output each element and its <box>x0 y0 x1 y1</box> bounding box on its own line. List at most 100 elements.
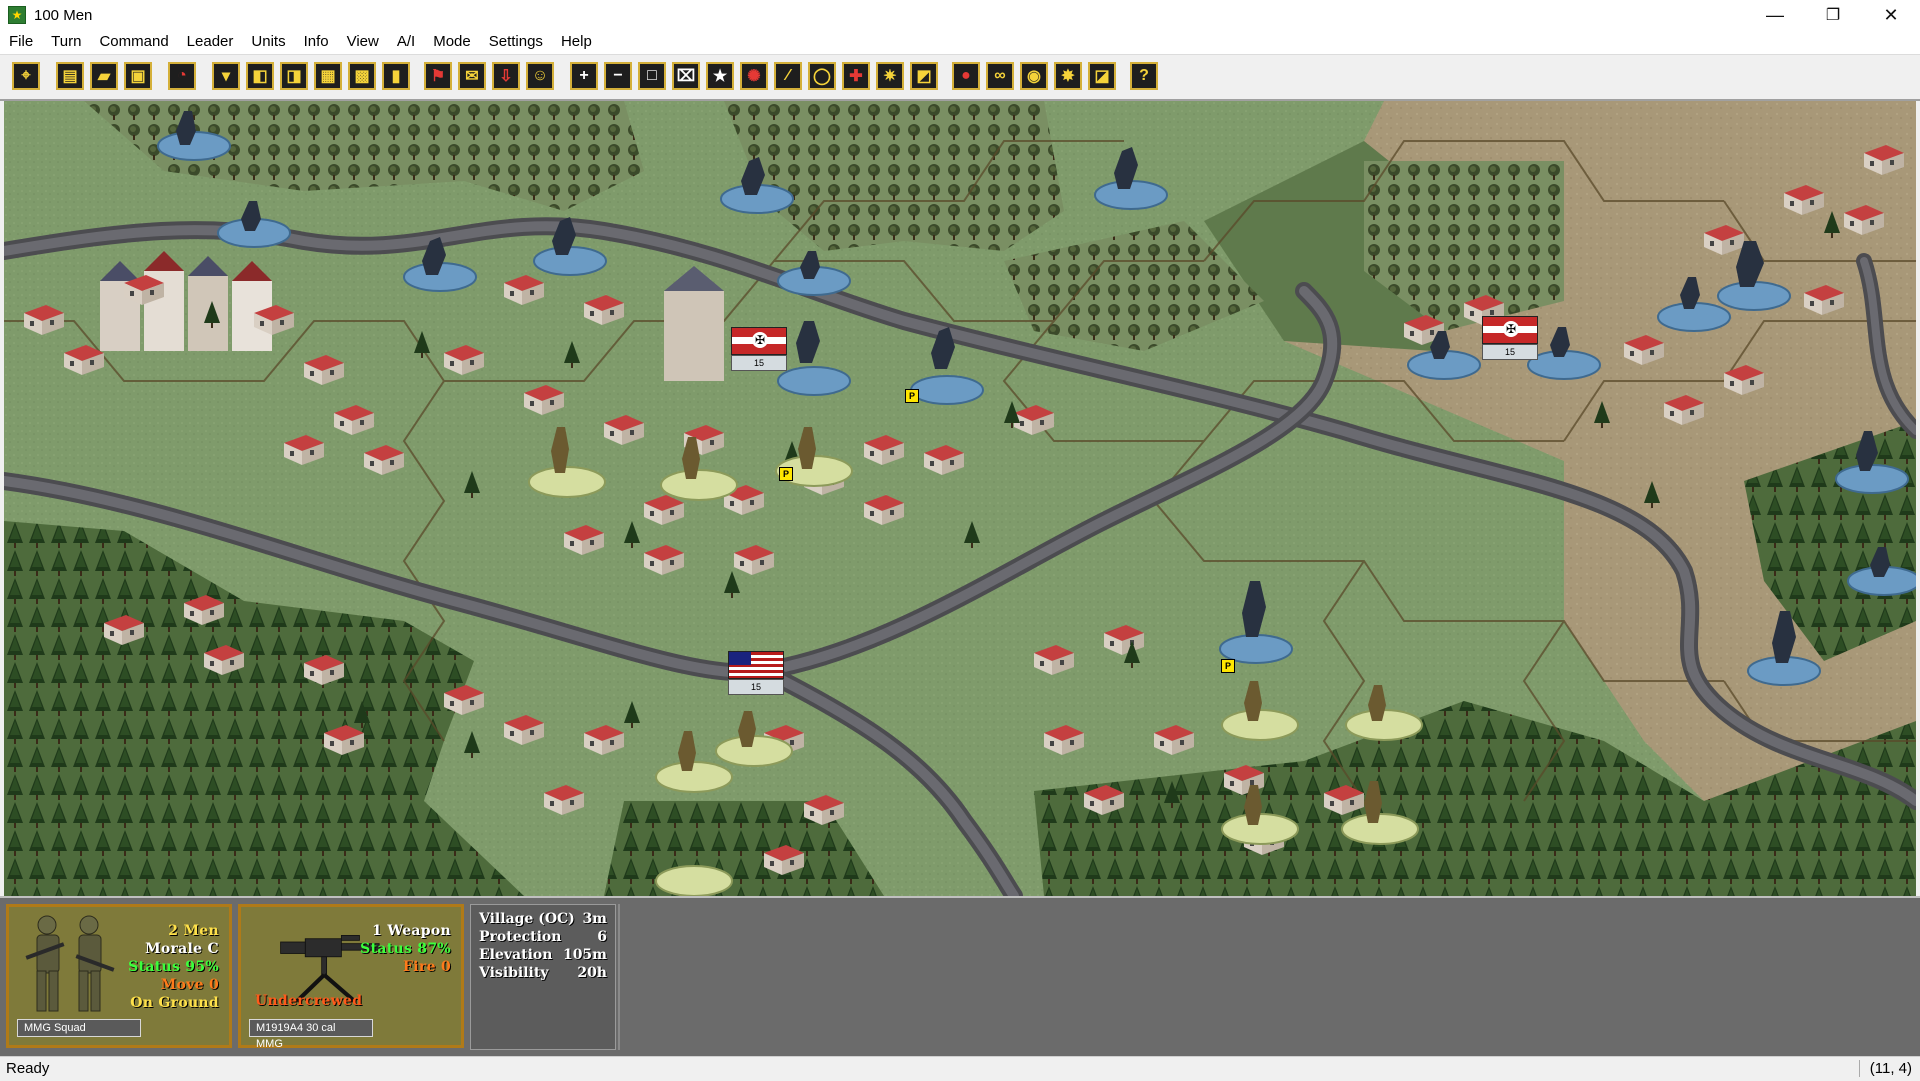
zoom-out-button[interactable]: − <box>604 62 632 90</box>
point-marker[interactable]: P <box>1221 659 1235 673</box>
reinforcement-button[interactable]: ⇩ <box>492 62 520 90</box>
leader-icon: ▮ <box>391 68 401 85</box>
smoke-button[interactable]: ◩ <box>910 62 938 90</box>
turn-clock-icon: ◔ <box>177 67 187 84</box>
map-canvas[interactable] <box>4 101 1916 896</box>
soldiers-portrait-icon <box>25 915 115 1012</box>
fire-button[interactable]: ● <box>952 62 980 90</box>
maximize-button[interactable]: ❐ <box>1804 0 1862 30</box>
weapon-crew-status: Undercrewed <box>255 993 363 1009</box>
explosion-button[interactable]: ✸ <box>1054 62 1082 90</box>
unit-down-icon: ▾ <box>221 68 231 85</box>
unit-card[interactable]: 2 Men Morale C Status 95% Move 0 On Grou… <box>6 904 232 1048</box>
help-icon: ? <box>1139 67 1149 84</box>
star-button[interactable]: ★ <box>706 62 734 90</box>
portrait-icon: ☺ <box>531 67 549 84</box>
smoke-icon: ◩ <box>916 68 932 85</box>
app-star-icon[interactable]: ★ <box>8 6 26 24</box>
us-flag-icon <box>728 651 784 679</box>
radio-icon: ◉ <box>1027 68 1041 85</box>
unit-men: 2 Men <box>168 923 219 939</box>
save-button[interactable]: ▣ <box>124 62 152 90</box>
weapon-name: M1919A4 30 cal MMG <box>249 1019 373 1050</box>
german-flag-marker[interactable]: ✠ 15 <box>731 327 787 371</box>
artillery-button[interactable]: ✷ <box>876 62 904 90</box>
hex-outline-button[interactable]: □ <box>638 62 666 90</box>
terrain-row: Protection 6 <box>479 929 607 947</box>
fire-icon: ● <box>961 67 971 84</box>
menu-info[interactable]: Info <box>295 30 338 54</box>
toolbar: ⌖ ▤ ▰ ▣ ◔ ▾ ◧ ◨ ▦ ▩ ▮ ⚑ ✉ ⇩ ☺ + − □ ⌧ ★ ✺ ⁄ ◯ ✚ ✷ ◩ ● ∞ ◉ ✸ ◪? <box>0 55 1920 101</box>
explosion-icon: ✸ <box>1061 68 1075 85</box>
line-of-fire-icon: ⁄ <box>786 67 790 84</box>
german-flag-icon: ✠ <box>1482 316 1538 344</box>
next-unit-icon: ◨ <box>286 68 302 85</box>
weapon-status: Status 87% <box>360 941 451 957</box>
menu-settings[interactable]: Settings <box>480 30 552 54</box>
line-of-fire-button[interactable]: ⁄ <box>774 62 802 90</box>
unit-down-button[interactable]: ▾ <box>212 62 240 90</box>
status-bar: Ready (11, 4) <box>0 1056 1920 1081</box>
leader-button[interactable]: ▮ <box>382 62 410 90</box>
menu-mode[interactable]: Mode <box>424 30 480 54</box>
unit-move: Move 0 <box>160 977 219 993</box>
menu-units[interactable]: Units <box>242 30 294 54</box>
unit-info-button[interactable]: ▩ <box>348 62 376 90</box>
hex-coordinates: (11, 4) <box>1858 1060 1912 1077</box>
new-game-button[interactable]: ▤ <box>56 62 84 90</box>
menu-ai[interactable]: A/I <box>388 30 424 54</box>
elevation-label: Elevation <box>479 947 553 963</box>
zoom-in-button[interactable]: + <box>570 62 598 90</box>
range-button[interactable]: ✺ <box>740 62 768 90</box>
ring-button[interactable]: ◯ <box>808 62 836 90</box>
weapon-card[interactable]: 1 Weapon Status 87% Fire 0 Undercrewed M… <box>238 904 464 1050</box>
german-flag-icon: ✠ <box>731 327 787 355</box>
us-flag-marker[interactable]: 15 <box>728 651 784 695</box>
unit-info-icon: ▩ <box>354 68 370 85</box>
message-area <box>618 904 1914 1050</box>
ruler-button[interactable]: ⌧ <box>672 62 700 90</box>
point-marker[interactable]: P <box>779 467 793 481</box>
target-button[interactable]: ⌖ <box>12 62 40 90</box>
turn-clock-button[interactable]: ◔ <box>168 62 196 90</box>
unit-posture: On Ground <box>130 995 219 1011</box>
menu-command[interactable]: Command <box>90 30 177 54</box>
german-flag-marker[interactable]: ✠ 15 <box>1482 316 1538 360</box>
flag-button[interactable]: ⚑ <box>424 62 452 90</box>
medic-button[interactable]: ✚ <box>842 62 870 90</box>
close-button[interactable]: ✕ <box>1862 0 1920 30</box>
minimize-button[interactable]: — <box>1746 0 1804 30</box>
portrait-button[interactable]: ☺ <box>526 62 554 90</box>
stack-button[interactable]: ◪ <box>1088 62 1116 90</box>
flag-value: 15 <box>728 679 784 695</box>
menu-leader[interactable]: Leader <box>178 30 243 54</box>
flag-icon: ⚑ <box>430 68 446 85</box>
open-icon: ▰ <box>97 68 111 85</box>
window-controls: — ❐ ✕ <box>1746 0 1920 30</box>
terrain-type-value: 3m <box>582 911 607 927</box>
briefing-icon: ✉ <box>465 68 479 85</box>
terrain-row: Elevation 105m <box>479 947 607 965</box>
terrain-info: Village (OC) 3m Protection 6 Elevation 105m… <box>470 904 616 1050</box>
briefing-button[interactable]: ✉ <box>458 62 486 90</box>
help-button[interactable]: ? <box>1130 62 1158 90</box>
hex-map[interactable]: ✠ 15 ✠ 15 15 P P P P <box>4 101 1916 896</box>
next-unit-button[interactable]: ◨ <box>280 62 308 90</box>
open-button[interactable]: ▰ <box>90 62 118 90</box>
medic-icon: ✚ <box>849 68 863 85</box>
menu-turn[interactable]: Turn <box>42 30 90 54</box>
binoculars-button[interactable]: ∞ <box>986 62 1014 90</box>
prev-unit-button[interactable]: ◧ <box>246 62 274 90</box>
protection-label: Protection <box>479 929 562 945</box>
menu-view[interactable]: View <box>338 30 388 54</box>
radio-button[interactable]: ◉ <box>1020 62 1048 90</box>
unit-list-button[interactable]: ▦ <box>314 62 342 90</box>
point-marker[interactable]: P <box>905 389 919 403</box>
menu-file[interactable]: File <box>0 30 42 54</box>
terrain-row: Village (OC) 3m <box>479 911 607 929</box>
menu-help[interactable]: Help <box>552 30 601 54</box>
flag-value: 15 <box>1482 344 1538 360</box>
prev-unit-icon: ◧ <box>252 68 268 85</box>
ring-icon: ◯ <box>813 68 831 85</box>
status-text: Ready <box>6 1060 50 1077</box>
